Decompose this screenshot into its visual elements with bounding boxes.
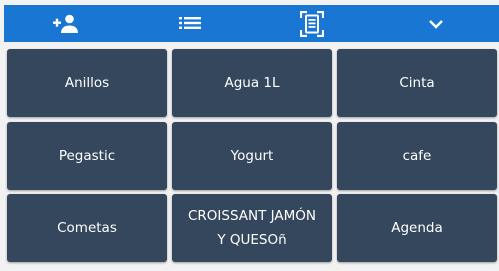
receipt-button[interactable] [296, 5, 328, 42]
product-label: Cinta [399, 75, 435, 91]
product-tile[interactable]: Agenda [337, 194, 497, 262]
product-tile[interactable]: CROISSANT JAMÓN Y QUESOñ [172, 194, 332, 262]
product-tile[interactable]: Cometas [7, 194, 167, 262]
top-toolbar [4, 5, 499, 42]
product-tile[interactable]: Anillos [7, 49, 167, 117]
list-view-button[interactable] [175, 5, 205, 42]
receipt-scan-icon [300, 10, 324, 37]
product-tile[interactable]: Agua 1L [172, 49, 332, 117]
expand-menu-button[interactable] [422, 5, 450, 42]
product-tile[interactable]: Pegastic [7, 121, 167, 190]
product-label: Cometas [57, 220, 117, 236]
product-label: CROISSANT JAMÓN Y QUESOñ [187, 208, 317, 248]
product-label: Yogurt [230, 147, 274, 164]
product-tile[interactable]: cafe [337, 121, 497, 190]
product-label: Agua 1L [224, 75, 280, 91]
add-person-icon [53, 14, 78, 33]
chevron-down-icon [429, 19, 443, 29]
product-tile[interactable]: Cinta [337, 49, 497, 117]
list-icon [179, 16, 201, 29]
add-customer-button[interactable] [49, 5, 83, 42]
product-grid: Anillos Agua 1L Cinta Pegastic Yogurt ca… [7, 49, 499, 262]
product-tile[interactable]: Yogurt [172, 121, 332, 190]
product-label: Anillos [64, 75, 110, 91]
product-label: Agenda [391, 220, 443, 236]
product-label: Pegastic [58, 147, 116, 164]
product-label: cafe [402, 147, 432, 164]
